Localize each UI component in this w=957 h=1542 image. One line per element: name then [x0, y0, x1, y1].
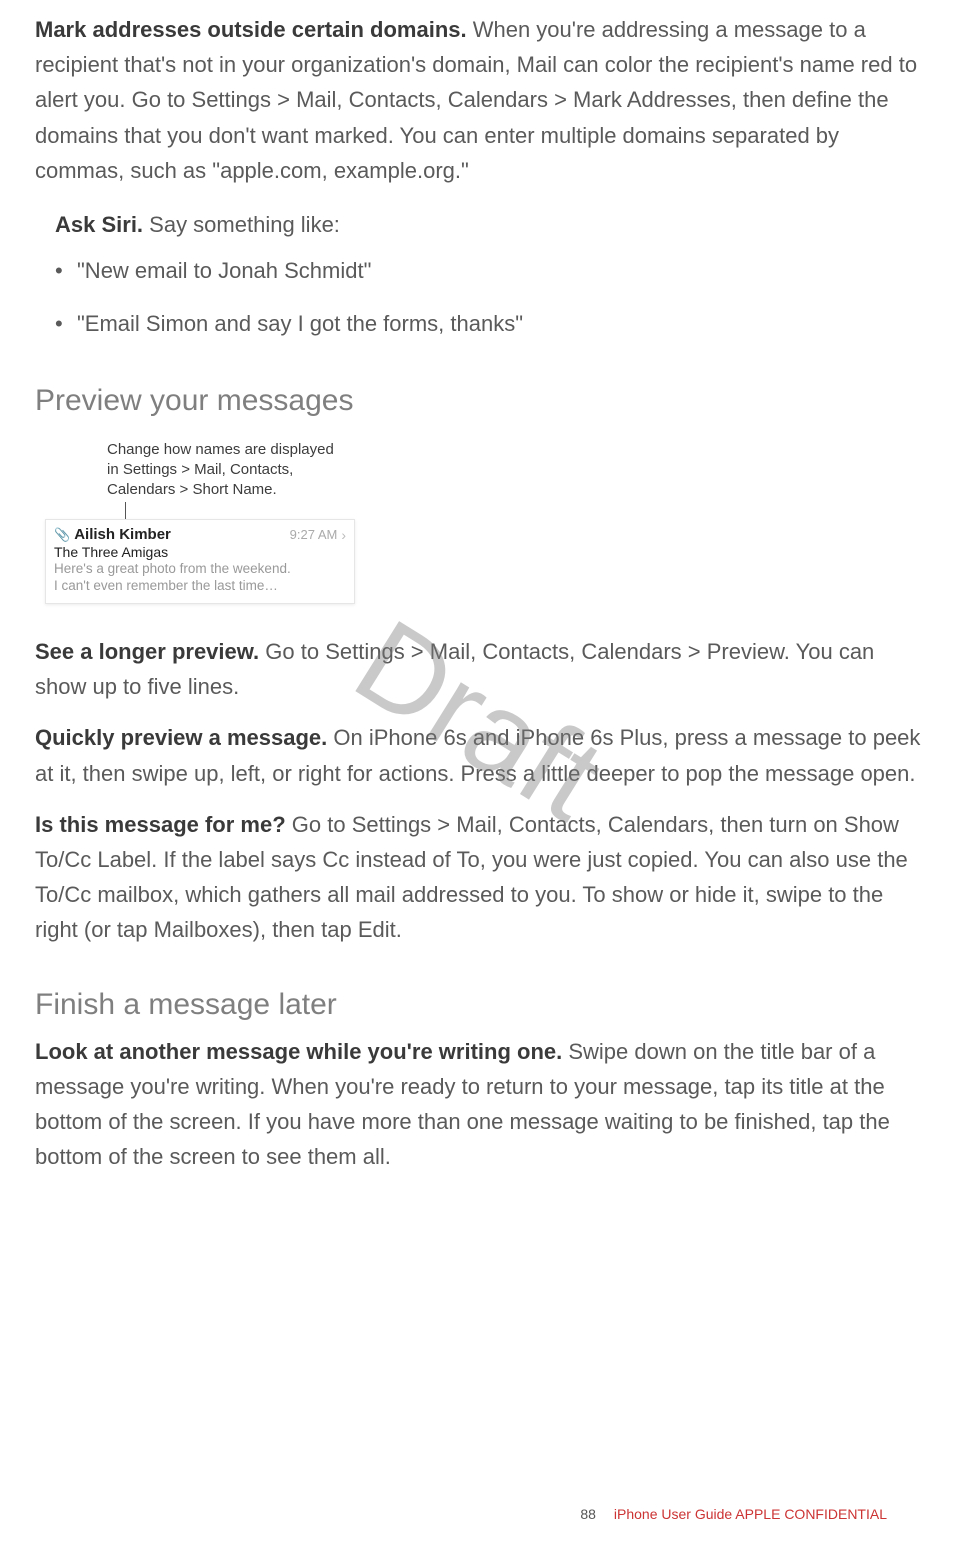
heading-finish-later: Finish a message later	[35, 988, 922, 1022]
mail-sender: Ailish Kimber	[74, 526, 171, 543]
attachment-icon: 📎	[54, 527, 70, 543]
mail-preview-line: I can't even remember the last time…	[54, 578, 346, 595]
mail-preview-line: Here's a great photo from the weekend.	[54, 561, 346, 578]
mail-subject: The Three Amigas	[54, 544, 346, 560]
ask-siri-lead-line: Ask Siri. Say something like:	[55, 212, 922, 238]
para-quick-lead: Quickly preview a message.	[35, 725, 327, 750]
callout-line: in Settings > Mail, Contacts,	[107, 460, 367, 480]
figure-callout: Change how names are displayed in Settin…	[107, 440, 367, 501]
ask-siri-lead: Ask Siri.	[55, 212, 143, 237]
chevron-right-icon: ›	[341, 527, 346, 543]
siri-example-item: "Email Simon and say I got the forms, th…	[55, 309, 922, 340]
para-mark-addresses: Mark addresses outside certain domains. …	[35, 12, 922, 188]
mail-preview-text: Here's a great photo from the weekend. I…	[54, 561, 346, 595]
para-look-lead: Look at another message while you're wri…	[35, 1039, 562, 1064]
ask-siri-tail: Say something like:	[143, 212, 340, 237]
para-look-another: Look at another message while you're wri…	[35, 1034, 922, 1175]
callout-line: Change how names are displayed	[107, 440, 367, 460]
callout-pointer-line	[125, 502, 126, 520]
footer-title: iPhone User Guide APPLE CONFIDENTIAL	[614, 1506, 887, 1522]
siri-example-list: "New email to Jonah Schmidt" "Email Simo…	[55, 256, 922, 340]
page-number: 88	[580, 1506, 596, 1522]
mail-time: 9:27 AM	[290, 527, 338, 542]
mail-header-row: 📎 Ailish Kimber 9:27 AM ›	[54, 526, 346, 543]
para-quick-preview: Quickly preview a message. On iPhone 6s …	[35, 720, 922, 790]
para-mark-lead: Mark addresses outside certain domains.	[35, 17, 467, 42]
ask-siri-block: Ask Siri. Say something like: "New email…	[55, 212, 922, 340]
para-longer-lead: See a longer preview.	[35, 639, 259, 664]
figure-mail-preview: Change how names are displayed in Settin…	[45, 440, 922, 605]
para-forme-lead: Is this message for me?	[35, 812, 286, 837]
sender-wrap: 📎 Ailish Kimber	[54, 526, 171, 543]
siri-example-item: "New email to Jonah Schmidt"	[55, 256, 922, 287]
callout-line: Calendars > Short Name.	[107, 480, 367, 500]
mail-preview-card: 📎 Ailish Kimber 9:27 AM › The Three Amig…	[45, 519, 355, 604]
page-footer: 88 iPhone User Guide APPLE CONFIDENTIAL	[580, 1506, 887, 1522]
time-wrap: 9:27 AM ›	[290, 527, 346, 543]
heading-preview-messages: Preview your messages	[35, 384, 922, 418]
para-longer-preview: See a longer preview. Go to Settings > M…	[35, 634, 922, 704]
para-for-me: Is this message for me? Go to Settings >…	[35, 807, 922, 948]
